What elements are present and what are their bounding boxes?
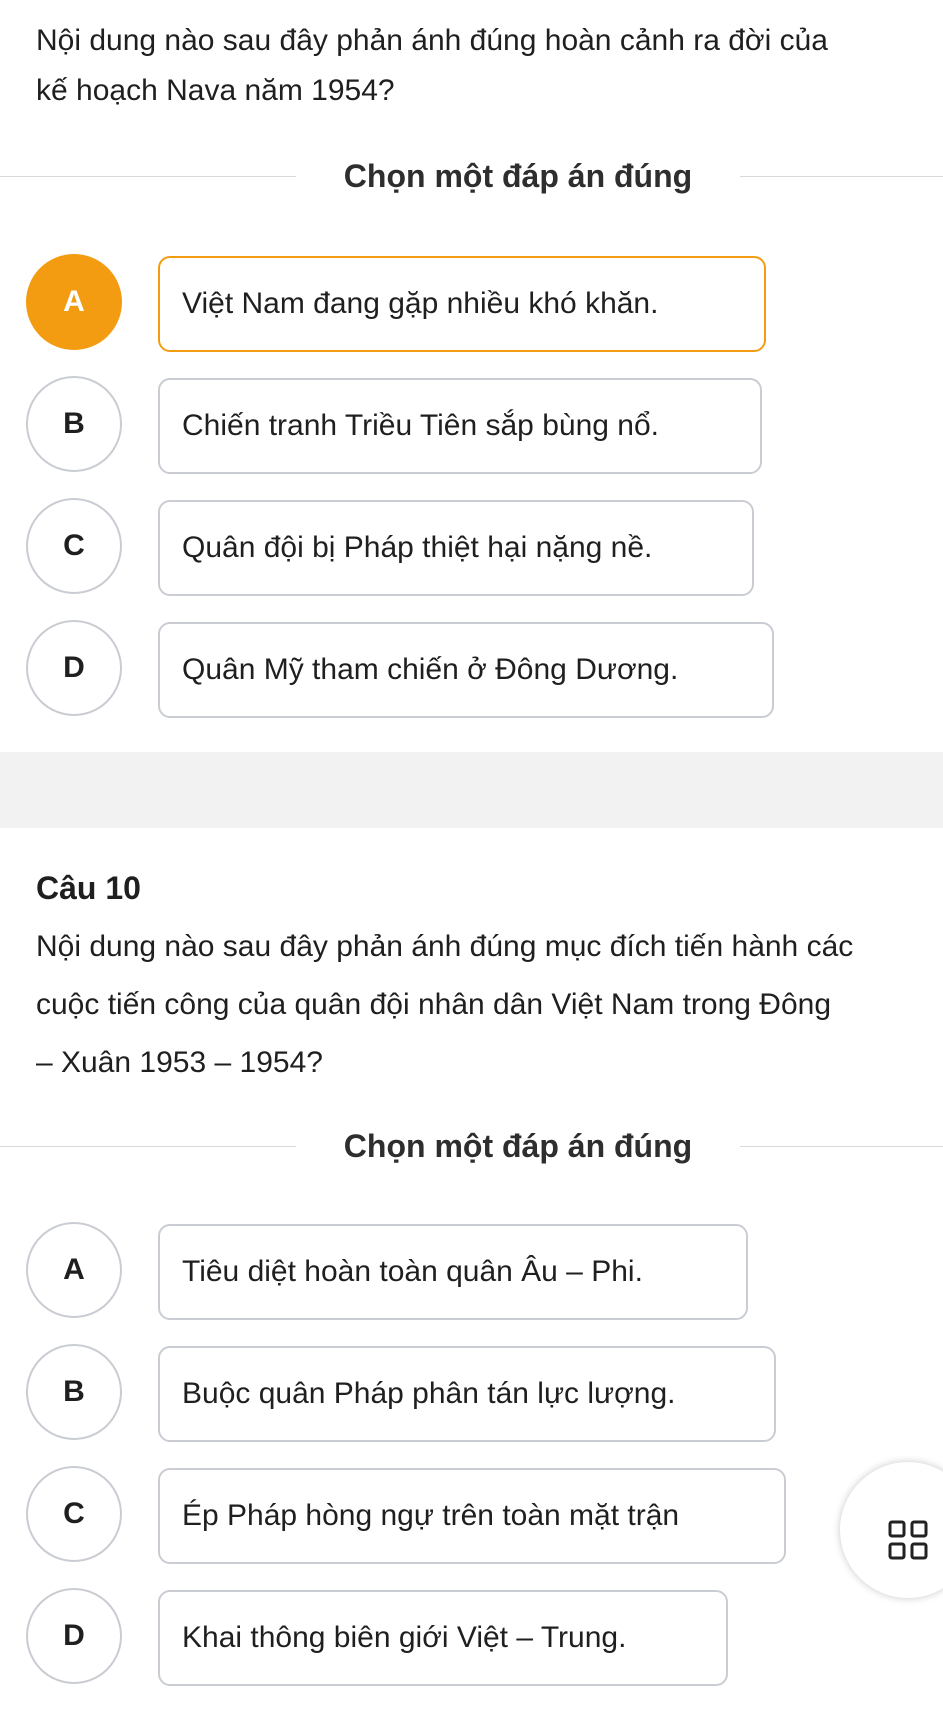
option-text-b[interactable]: Buộc quân Pháp phân tán lực lượng. xyxy=(158,1346,776,1442)
divider-line-right xyxy=(740,1146,943,1147)
option-text-a[interactable]: Việt Nam đang gặp nhiều khó khăn. xyxy=(158,256,766,352)
option-letter-c[interactable]: C xyxy=(26,1466,122,1562)
question-text-line-1: Nội dung nào sau đây phản ánh đúng mục đ… xyxy=(36,930,854,963)
option-a[interactable]: A Tiêu diệt hoàn toàn quân Âu – Phi. xyxy=(0,1222,943,1322)
card-separator xyxy=(0,752,943,828)
option-text-d[interactable]: Khai thông biên giới Việt – Trung. xyxy=(158,1590,728,1686)
option-d[interactable]: D Khai thông biên giới Việt – Trung. xyxy=(0,1588,943,1688)
question-number: Câu 10 xyxy=(36,870,141,906)
option-letter-b[interactable]: B xyxy=(26,1344,122,1440)
option-letter-d[interactable]: D xyxy=(26,1588,122,1684)
divider-line-right xyxy=(740,176,943,177)
option-text-d[interactable]: Quân Mỹ tham chiến ở Đông Dương. xyxy=(158,622,774,718)
option-text-b[interactable]: Chiến tranh Triều Tiên sắp bùng nổ. xyxy=(158,378,762,474)
question-card-1: Nội dung nào sau đây phản ánh đúng hoàn … xyxy=(0,0,943,752)
option-text-c[interactable]: Quân đội bị Pháp thiệt hại nặng nề. xyxy=(158,500,754,596)
option-letter-c[interactable]: C xyxy=(26,498,122,594)
option-letter-a[interactable]: A xyxy=(26,1222,122,1318)
instruction-divider: Chọn một đáp án đúng xyxy=(0,154,943,198)
option-letter-d[interactable]: D xyxy=(26,620,122,716)
instruction-label: Chọn một đáp án đúng xyxy=(343,1128,693,1164)
option-letter-a[interactable]: A xyxy=(26,254,122,350)
option-text-c[interactable]: Ép Pháp hòng ngự trên toàn mặt trận xyxy=(158,1468,786,1564)
option-a[interactable]: A Việt Nam đang gặp nhiều khó khăn. xyxy=(0,254,943,354)
grid-icon xyxy=(888,1520,928,1560)
option-d[interactable]: D Quân Mỹ tham chiến ở Đông Dương. xyxy=(0,620,943,720)
divider-line-left xyxy=(0,1146,296,1147)
instruction-label: Chọn một đáp án đúng xyxy=(343,158,693,194)
option-b[interactable]: B Buộc quân Pháp phân tán lực lượng. xyxy=(0,1344,943,1444)
option-letter-b[interactable]: B xyxy=(26,376,122,472)
instruction-divider: Chọn một đáp án đúng xyxy=(0,1124,943,1168)
question-card-2: Câu 10 Nội dung nào sau đây phản ánh đún… xyxy=(0,828,943,1718)
option-c[interactable]: C Quân đội bị Pháp thiệt hại nặng nề. xyxy=(0,498,943,598)
divider-line-left xyxy=(0,176,296,177)
question-text-line-3: – Xuân 1953 – 1954? xyxy=(36,1046,323,1079)
option-b[interactable]: B Chiến tranh Triều Tiên sắp bùng nổ. xyxy=(0,376,943,476)
option-text-a[interactable]: Tiêu diệt hoàn toàn quân Âu – Phi. xyxy=(158,1224,748,1320)
option-c[interactable]: C Ép Pháp hòng ngự trên toàn mặt trận xyxy=(0,1466,943,1566)
question-text-line-2: cuộc tiến công của quân đội nhân dân Việ… xyxy=(36,988,831,1021)
question-text-line-2: kế hoạch Nava năm 1954? xyxy=(36,74,395,107)
